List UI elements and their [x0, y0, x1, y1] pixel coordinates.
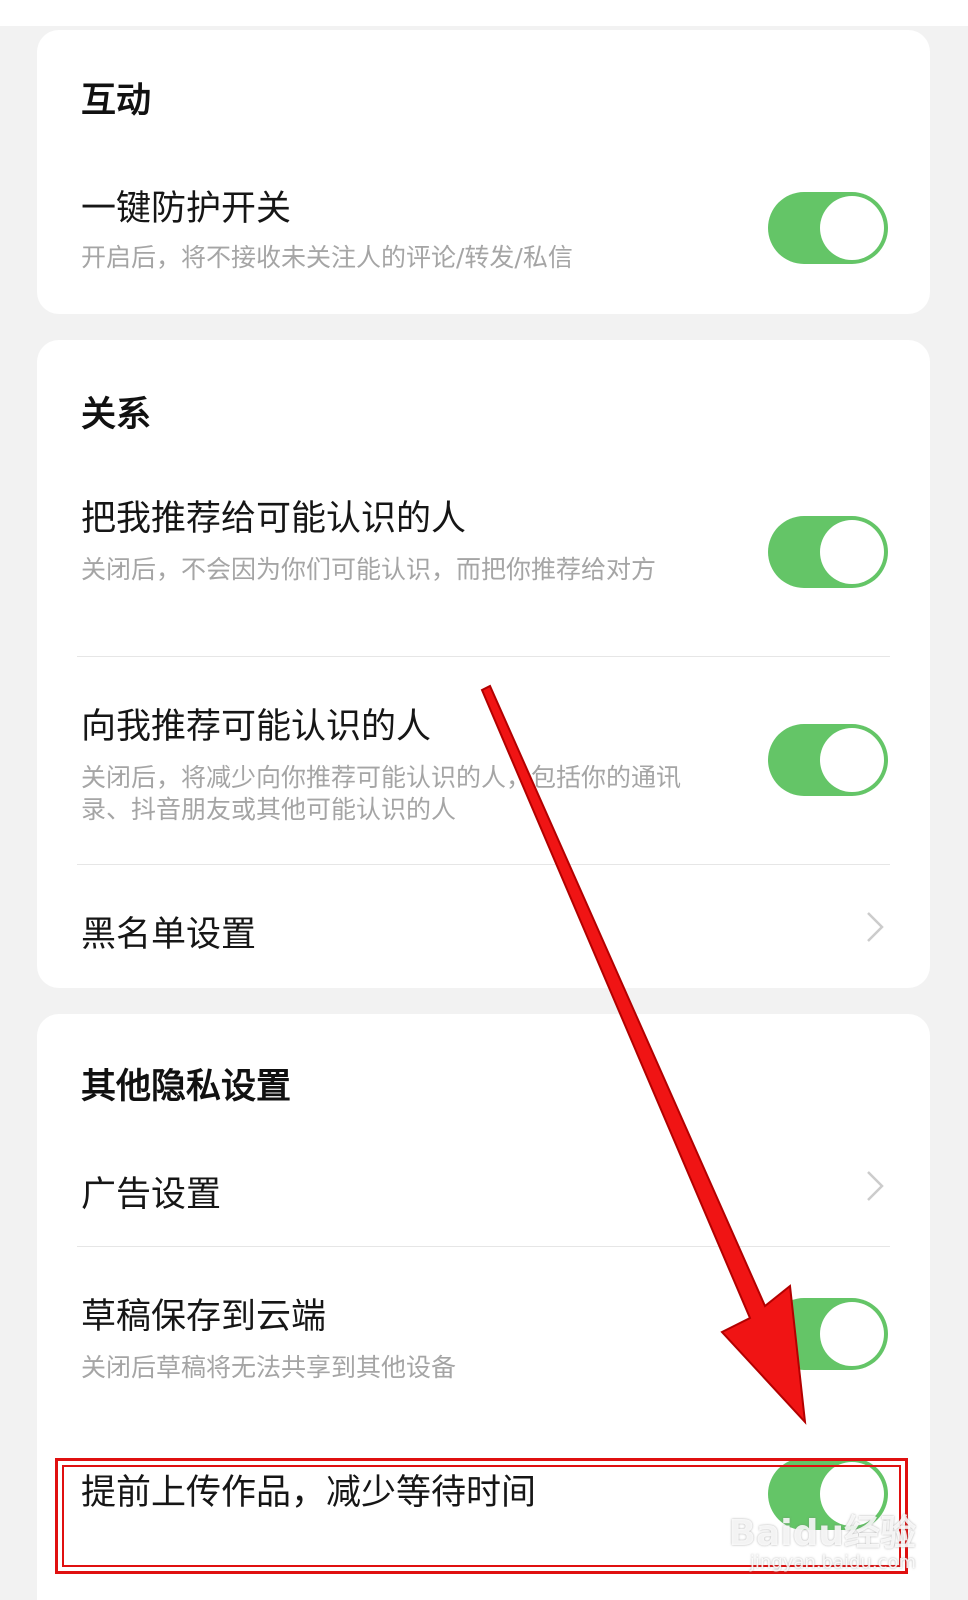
- interaction-card: 互动 一键防护开关 开启后，将不接收未关注人的评论/转发/私信: [37, 30, 930, 314]
- setting-desc: 关闭后，将减少向你推荐可能认识的人，包括你的通讯录、抖音朋友或其他可能认识的人: [81, 763, 682, 824]
- toggle-knob: [820, 728, 884, 792]
- chevron-right-icon: [867, 1171, 884, 1201]
- setting-title: 草稿保存到云端: [81, 1297, 327, 1337]
- setting-title: 向我推荐可能认识的人: [81, 707, 432, 747]
- setting-desc: 关闭后，不会因为你们可能认识，而把你推荐给对方: [81, 555, 657, 584]
- toggle-knob: [820, 520, 884, 584]
- setting-title: 广告设置: [81, 1175, 222, 1215]
- divider: [77, 656, 890, 657]
- chevron-right-icon: [867, 912, 884, 942]
- top-bar: [0, 0, 968, 26]
- toggle-knob: [820, 1302, 884, 1366]
- cloud-drafts-toggle[interactable]: [768, 1298, 888, 1370]
- section-title-interaction: 互动: [81, 81, 152, 121]
- watermark-logo: Baidu经验: [728, 1513, 916, 1554]
- recommend-to-me-toggle[interactable]: [768, 724, 888, 796]
- divider: [77, 864, 890, 865]
- setting-title: 黑名单设置: [81, 915, 257, 955]
- section-title-relationship: 关系: [81, 395, 152, 435]
- setting-title: 把我推荐给可能认识的人: [81, 499, 467, 539]
- setting-desc: 关闭后草稿将无法共享到其他设备: [81, 1353, 457, 1382]
- recommend-me-toggle[interactable]: [768, 516, 888, 588]
- setting-title: 一键防护开关: [81, 189, 292, 229]
- one-key-protection-toggle[interactable]: [768, 192, 888, 264]
- section-title-other: 其他隐私设置: [81, 1067, 292, 1107]
- relationship-card: 关系 把我推荐给可能认识的人 关闭后，不会因为你们可能认识，而把你推荐给对方 向…: [37, 340, 930, 988]
- toggle-knob: [820, 196, 884, 260]
- divider: [77, 1246, 890, 1247]
- watermark-url: jingyan.baidu.com: [749, 1552, 916, 1573]
- setting-desc: 开启后，将不接收未关注人的评论/转发/私信: [81, 243, 573, 272]
